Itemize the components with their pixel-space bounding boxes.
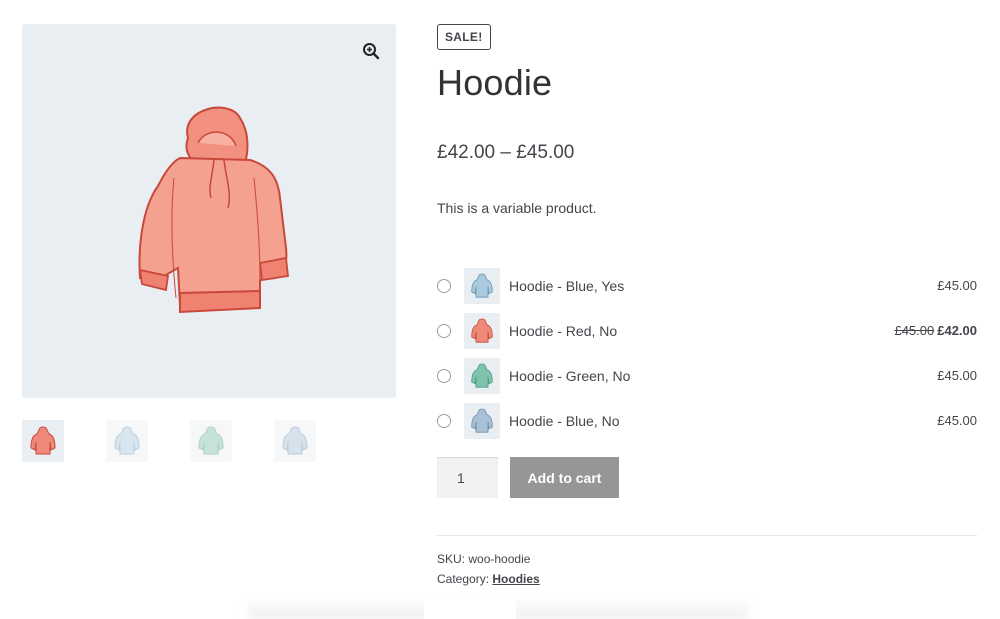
product-description: This is a variable product. xyxy=(437,200,597,216)
variation-name: Hoodie - Red, No xyxy=(509,322,618,339)
hoodie-blue-icon xyxy=(471,408,493,433)
quantity-input[interactable] xyxy=(437,457,498,498)
thumbnail-hoodie-blue-2[interactable] xyxy=(274,420,316,462)
hoodie-green-icon xyxy=(198,426,224,455)
hoodie-blue-icon xyxy=(282,426,308,455)
thumbnail-hoodie-green[interactable] xyxy=(190,420,232,462)
hoodie-green-icon xyxy=(471,363,493,388)
variation-row[interactable]: Hoodie - Green, No £45.00 xyxy=(437,353,977,398)
variation-radio[interactable] xyxy=(437,413,451,428)
variation-name: Hoodie - Blue, Yes xyxy=(509,277,625,294)
variations-list: Hoodie - Blue, Yes £45.00 Hoodie - Red, … xyxy=(437,263,977,443)
divider xyxy=(437,535,977,536)
hoodie-illustration xyxy=(138,106,289,314)
hoodie-blue-icon xyxy=(114,426,140,455)
hoodie-red-icon xyxy=(30,426,56,455)
variation-price: £45.00 £42.00 xyxy=(894,323,977,338)
gallery-thumbnails xyxy=(22,420,316,462)
variation-thumbnail xyxy=(464,312,500,349)
variation-name: Hoodie - Green, No xyxy=(509,367,631,384)
variation-price: £45.00 xyxy=(937,278,977,293)
sale-badge: SALE! xyxy=(437,24,491,50)
variation-thumbnail xyxy=(464,402,500,439)
variation-price: £45.00 xyxy=(937,413,977,428)
variation-radio[interactable] xyxy=(437,278,451,293)
variation-thumbnail xyxy=(464,357,500,394)
variation-price: £45.00 xyxy=(937,368,977,383)
product-title: Hoodie xyxy=(437,62,553,103)
category-link[interactable]: Hoodies xyxy=(492,572,539,586)
thumbnail-hoodie-red[interactable] xyxy=(22,420,64,462)
variation-thumbnail xyxy=(464,267,500,304)
product-category: Category: Hoodies xyxy=(437,572,540,586)
hoodie-red-icon xyxy=(471,318,493,343)
thumbnail-hoodie-blue[interactable] xyxy=(106,420,148,462)
hoodie-blue-icon xyxy=(471,273,493,298)
old-price: £45.00 xyxy=(894,323,935,338)
add-to-cart-button[interactable]: Add to cart xyxy=(510,457,619,498)
sale-price: £42.00 xyxy=(937,323,977,338)
variation-radio[interactable] xyxy=(437,368,451,383)
product-main-image[interactable] xyxy=(22,24,396,398)
product-sku: SKU: woo-hoodie xyxy=(437,552,531,566)
variation-name: Hoodie - Blue, No xyxy=(509,412,620,429)
variation-row[interactable]: Hoodie - Blue, No £45.00 xyxy=(437,398,977,443)
variation-row[interactable]: Hoodie - Red, No £45.00 £42.00 xyxy=(437,308,977,353)
footer-tab xyxy=(424,595,516,619)
price-range: £42.00 – £45.00 xyxy=(437,142,575,163)
variation-row[interactable]: Hoodie - Blue, Yes £45.00 xyxy=(437,263,977,308)
sku-value: woo-hoodie xyxy=(468,552,531,566)
zoom-icon[interactable] xyxy=(362,42,380,60)
variation-radio[interactable] xyxy=(437,323,451,338)
